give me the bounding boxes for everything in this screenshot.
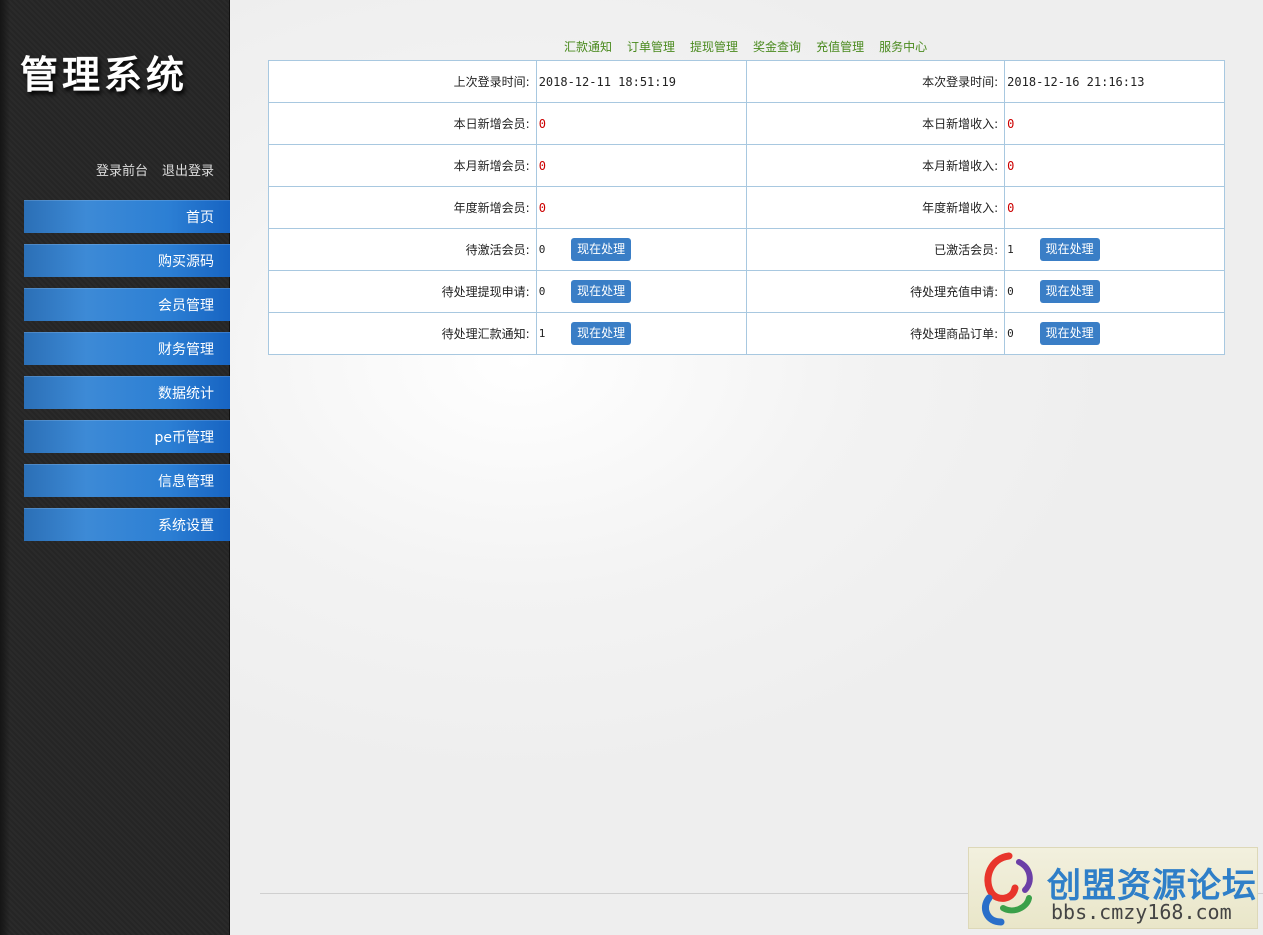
- top-nav-service-center[interactable]: 服务中心: [879, 38, 927, 55]
- sidebar-item-settings[interactable]: 系统设置: [24, 508, 230, 541]
- pending-remit-value: 1: [538, 327, 546, 340]
- stats-table: 上次登录时间: 2018-12-11 18:51:19 本次登录时间: 2018…: [268, 60, 1225, 355]
- pending-activation-value: 0: [538, 243, 546, 256]
- day-members-label: 本日新增会员:: [268, 102, 537, 145]
- watermark-logo: 创盟资源论坛 bbs.cmzy168.com: [968, 847, 1258, 929]
- pending-activation-cell: 0 现在处理: [535, 228, 748, 271]
- year-members-label: 年度新增会员:: [268, 186, 537, 229]
- pending-withdraw-cell: 0 现在处理: [535, 270, 748, 313]
- top-nav: 汇款通知 订单管理 提现管理 奖金查询 充值管理 服务中心: [564, 38, 927, 55]
- year-members-value: 0: [535, 186, 748, 229]
- top-nav-remit-notice[interactable]: 汇款通知: [564, 38, 612, 55]
- top-nav-orders[interactable]: 订单管理: [627, 38, 675, 55]
- table-row: 待激活会员: 0 现在处理 已激活会员: 1 现在处理: [268, 228, 1225, 271]
- sidebar-item-pe-coin[interactable]: pe币管理: [24, 420, 230, 453]
- activated-value: 1: [1007, 243, 1014, 256]
- sidebar-item-home[interactable]: 首页: [24, 200, 230, 233]
- month-income-value: 0: [1004, 144, 1225, 187]
- pending-withdraw-label: 待处理提现申请:: [268, 270, 537, 313]
- table-row: 年度新增会员: 0 年度新增收入: 0: [268, 186, 1225, 229]
- table-row: 待处理提现申请: 0 现在处理 待处理充值申请: 0 现在处理: [268, 270, 1225, 313]
- this-login-label: 本次登录时间:: [746, 60, 1006, 103]
- sidebar-item-members[interactable]: 会员管理: [24, 288, 230, 321]
- top-nav-recharge[interactable]: 充值管理: [816, 38, 864, 55]
- login-frontend-link[interactable]: 登录前台: [96, 160, 148, 179]
- sidebar-item-buy-source[interactable]: 购买源码: [24, 244, 230, 277]
- process-activated-button[interactable]: 现在处理: [1039, 238, 1100, 261]
- month-members-value: 0: [535, 144, 748, 187]
- process-recharge-button[interactable]: 现在处理: [1039, 280, 1100, 303]
- table-row: 待处理汇款通知: 1 现在处理 待处理商品订单: 0 现在处理: [268, 312, 1225, 355]
- table-row: 本日新增会员: 0 本日新增收入: 0: [268, 102, 1225, 145]
- process-pending-activation-button[interactable]: 现在处理: [571, 238, 632, 261]
- process-withdraw-button[interactable]: 现在处理: [571, 280, 632, 303]
- pending-orders-value: 0: [1007, 327, 1014, 340]
- pending-recharge-value: 0: [1007, 285, 1014, 298]
- process-remit-button[interactable]: 现在处理: [571, 322, 632, 345]
- sidebar-item-statistics[interactable]: 数据统计: [24, 376, 230, 409]
- sidebar: 管理系统 登录前台 退出登录 首页 购买源码 会员管理 财务管理 数据统计 pe…: [0, 0, 230, 935]
- watermark-swirl-icon: [982, 852, 1033, 926]
- last-login-label: 上次登录时间:: [268, 60, 537, 103]
- pending-activation-label: 待激活会员:: [268, 228, 537, 271]
- this-login-value: 2018-12-16 21:16:13: [1004, 60, 1225, 103]
- year-income-value: 0: [1004, 186, 1225, 229]
- watermark-url: bbs.cmzy168.com: [1051, 900, 1232, 924]
- user-links: 登录前台 退出登录: [96, 160, 214, 179]
- pending-orders-cell: 0 现在处理: [1004, 312, 1225, 355]
- app-logo: 管理系统: [20, 53, 189, 97]
- pending-remit-label: 待处理汇款通知:: [268, 312, 537, 355]
- day-income-label: 本日新增收入:: [746, 102, 1006, 145]
- last-login-value: 2018-12-11 18:51:19: [535, 60, 748, 103]
- table-row: 上次登录时间: 2018-12-11 18:51:19 本次登录时间: 2018…: [268, 60, 1225, 103]
- pending-recharge-label: 待处理充值申请:: [746, 270, 1006, 313]
- top-nav-withdraw[interactable]: 提现管理: [690, 38, 738, 55]
- year-income-label: 年度新增收入:: [746, 186, 1006, 229]
- pending-remit-cell: 1 现在处理: [535, 312, 748, 355]
- table-row: 本月新增会员: 0 本月新增收入: 0: [268, 144, 1225, 187]
- top-nav-bonus[interactable]: 奖金查询: [753, 38, 801, 55]
- pending-withdraw-value: 0: [538, 285, 546, 298]
- logout-link[interactable]: 退出登录: [162, 160, 214, 179]
- sidebar-item-info[interactable]: 信息管理: [24, 464, 230, 497]
- month-members-label: 本月新增会员:: [268, 144, 537, 187]
- month-income-label: 本月新增收入:: [746, 144, 1006, 187]
- pending-recharge-cell: 0 现在处理: [1004, 270, 1225, 313]
- day-members-value: 0: [535, 102, 748, 145]
- activated-cell: 1 现在处理: [1004, 228, 1225, 271]
- sidebar-nav: 首页 购买源码 会员管理 财务管理 数据统计 pe币管理 信息管理 系统设置: [24, 200, 230, 552]
- activated-label: 已激活会员:: [746, 228, 1006, 271]
- day-income-value: 0: [1004, 102, 1225, 145]
- process-orders-button[interactable]: 现在处理: [1039, 322, 1100, 345]
- sidebar-item-finance[interactable]: 财务管理: [24, 332, 230, 365]
- pending-orders-label: 待处理商品订单:: [746, 312, 1006, 355]
